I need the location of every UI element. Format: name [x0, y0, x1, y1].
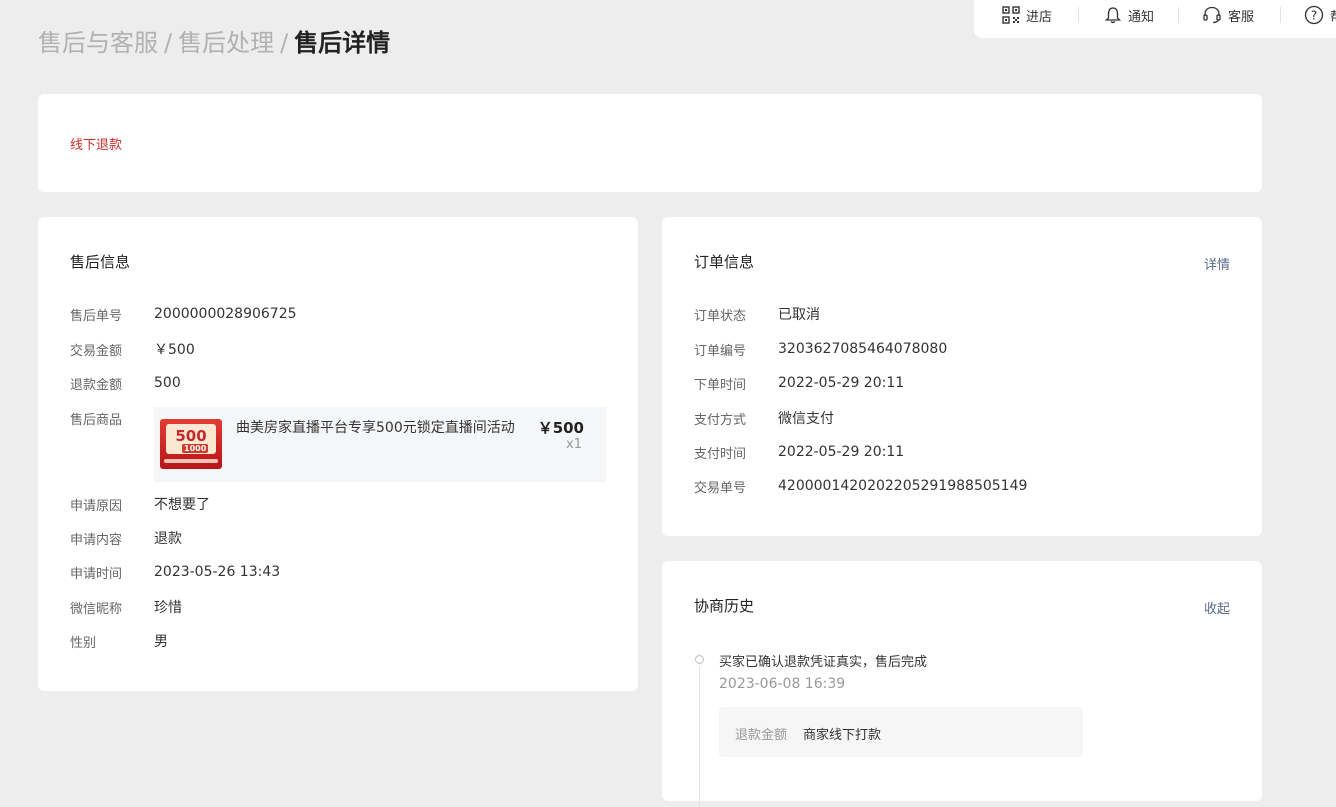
after-sale-info-title: 售后信息: [70, 253, 131, 271]
transaction-amount: ￥500: [154, 342, 195, 358]
enter-store-button[interactable]: 进店: [1002, 0, 1052, 30]
page-title: 售后详情: [294, 29, 391, 57]
history-event-text: 买家已确认退款凭证真实，售后完成: [719, 655, 928, 670]
field-label: 交易单号: [694, 480, 747, 496]
field-label: 退款金额: [70, 377, 123, 393]
coupon-value: 500: [175, 427, 207, 445]
toolbar-divider: [1280, 7, 1281, 23]
negotiation-history-title: 协商历史: [694, 597, 755, 615]
refund-amount-row: 退款金额 500: [70, 373, 181, 393]
apply-reason-row: 申请原因 不想要了: [70, 494, 210, 514]
timeline-dot: [695, 655, 704, 664]
order-number: 3203627085464078080: [778, 341, 948, 357]
history-detail-value: 商家线下打款: [803, 728, 882, 743]
product-item[interactable]: 500 1000 曲美房家直播平台专享500元锁定直播间活动 ￥500 x1: [154, 407, 606, 482]
help-label: 帮: [1330, 6, 1336, 25]
apply-reason: 不想要了: [154, 497, 210, 513]
order-number-row: 订单编号 3203627085464078080: [694, 339, 947, 359]
field-label: 微信昵称: [70, 601, 123, 617]
coupon-sub-value: 1000: [182, 444, 209, 453]
product-thumbnail: 500 1000: [160, 419, 222, 469]
order-status: 已取消: [778, 307, 820, 323]
help-icon: ?: [1304, 5, 1324, 25]
product-name: 曲美房家直播平台专享500元锁定直播间活动: [236, 420, 515, 436]
customer-service-button[interactable]: 客服: [1202, 0, 1254, 30]
after-sale-info-card: 售后信息 售后单号 2000000028906725 交易金额 ￥500 退款金…: [38, 217, 638, 691]
order-info-card: 订单信息 详情 订单状态 已取消 订单编号 320362708546407808…: [662, 217, 1262, 536]
field-label: 售后单号: [70, 308, 123, 324]
help-button[interactable]: ? 帮: [1304, 0, 1336, 30]
customer-service-label: 客服: [1228, 9, 1255, 25]
field-label: 性别: [70, 635, 97, 651]
apply-content: 退款: [154, 531, 182, 547]
field-label: 申请原因: [70, 498, 123, 514]
toolbar-divider: [1178, 7, 1179, 23]
breadcrumb-after-sales-service[interactable]: 售后与客服: [38, 29, 158, 57]
timeline-line: [699, 667, 700, 807]
bell-icon: [1104, 7, 1122, 24]
field-label: 售后商品: [70, 412, 123, 428]
coupon-strip: [164, 459, 218, 463]
notification-button[interactable]: 通知: [1104, 0, 1154, 30]
top-toolbar: 进店 通知 客服 ? 帮: [974, 0, 1336, 38]
refund-amount: 500: [154, 375, 181, 391]
breadcrumb-separator: /: [164, 29, 173, 57]
history-event-time: 2023-06-08 16:39: [719, 676, 846, 692]
gender-row: 性别 男: [70, 631, 168, 651]
breadcrumb: 售后与客服 / 售后处理 / 售后详情: [38, 26, 390, 60]
refund-status-card: 线下退款: [38, 94, 1262, 192]
transaction-number-row: 交易单号 4200001420202205291988505149: [694, 476, 1027, 496]
field-label: 订单状态: [694, 308, 747, 324]
after-sale-number: 2000000028906725: [154, 306, 297, 322]
product-price: ￥500: [537, 419, 584, 437]
product-quantity: x1: [566, 437, 582, 452]
notification-label: 通知: [1128, 9, 1155, 25]
headset-icon: [1203, 6, 1221, 24]
order-time: 2022-05-29 20:11: [778, 375, 905, 391]
field-label: 交易金额: [70, 343, 123, 359]
transaction-number: 4200001420202205291988505149: [778, 478, 1028, 494]
after-sale-number-row: 售后单号 2000000028906725: [70, 304, 297, 324]
wechat-nickname-row: 微信昵称 珍惜: [70, 597, 182, 617]
payment-method-row: 支付方式 微信支付: [694, 408, 834, 428]
gender: 男: [154, 634, 168, 650]
qrcode-icon: [1002, 6, 1020, 24]
order-time-row: 下单时间 2022-05-29 20:11: [694, 373, 904, 393]
apply-time-row: 申请时间 2023-05-26 13:43: [70, 562, 280, 582]
field-label: 申请时间: [70, 566, 123, 582]
negotiation-history-card: 协商历史 收起 买家已确认退款凭证真实，售后完成 2023-06-08 16:3…: [662, 561, 1262, 807]
history-event-detail: 退款金额 商家线下打款: [719, 707, 1083, 757]
field-label: 支付时间: [694, 446, 747, 462]
svg-text:?: ?: [1311, 9, 1317, 23]
wechat-nickname: 珍惜: [154, 600, 182, 616]
payment-time-row: 支付时间 2022-05-29 20:11: [694, 442, 904, 462]
payment-method: 微信支付: [778, 411, 834, 427]
breadcrumb-after-sales-handling[interactable]: 售后处理: [178, 29, 274, 57]
transaction-amount-row: 交易金额 ￥500: [70, 339, 195, 359]
field-label: 订单编号: [694, 343, 747, 359]
payment-time: 2022-05-29 20:11: [778, 444, 905, 460]
breadcrumb-separator: /: [280, 29, 289, 57]
order-status-row: 订单状态 已取消: [694, 304, 820, 324]
after-sale-product-row: 售后商品: [70, 408, 154, 428]
apply-time: 2023-05-26 13:43: [154, 564, 281, 580]
field-label: 支付方式: [694, 412, 747, 428]
history-detail-label: 退款金额: [735, 728, 788, 743]
refund-status-text: 线下退款: [70, 138, 123, 153]
apply-content-row: 申请内容 退款: [70, 528, 182, 548]
coupon-graphic: 500 1000: [166, 424, 216, 454]
collapse-link[interactable]: 收起: [1204, 598, 1230, 617]
field-label: 下单时间: [694, 377, 747, 393]
order-info-title: 订单信息: [694, 253, 755, 271]
field-label: 申请内容: [70, 532, 123, 548]
order-detail-link[interactable]: 详情: [1204, 254, 1230, 273]
toolbar-divider: [1078, 7, 1079, 23]
enter-store-label: 进店: [1026, 9, 1053, 25]
